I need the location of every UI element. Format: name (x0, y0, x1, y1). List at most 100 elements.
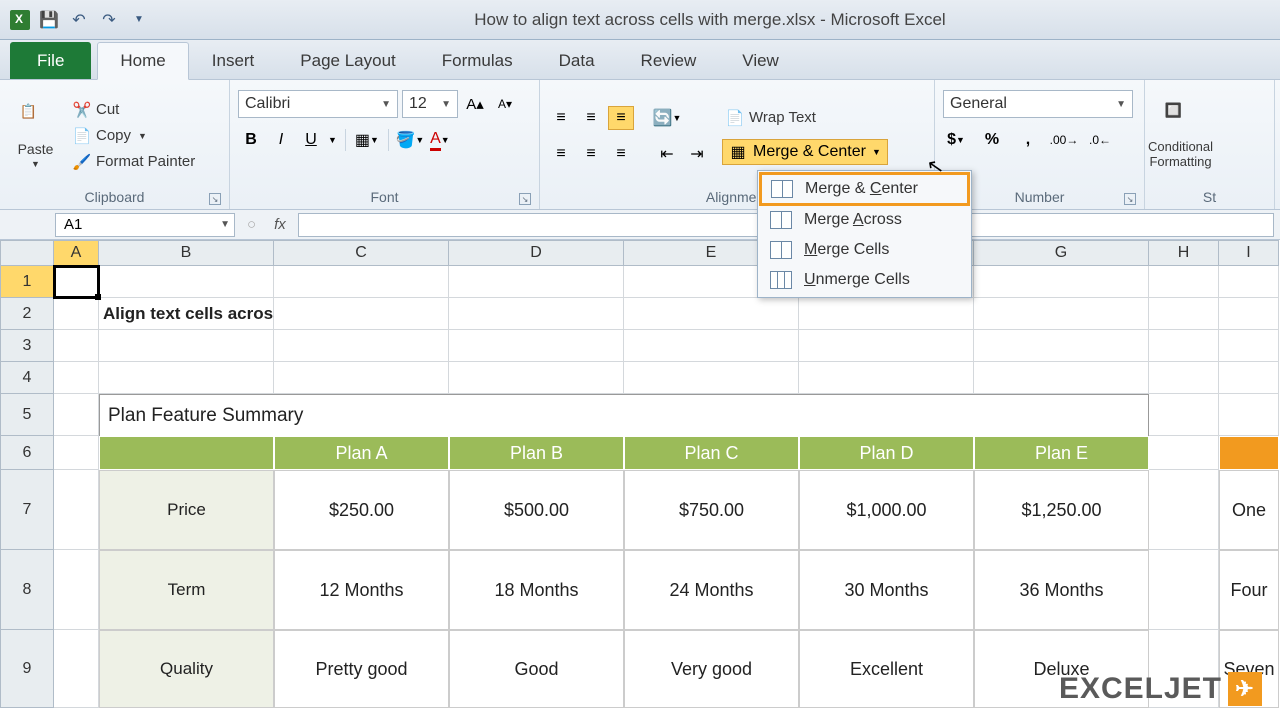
cell[interactable] (449, 362, 624, 394)
cell[interactable] (274, 362, 449, 394)
cell[interactable] (624, 330, 799, 362)
plan-header[interactable]: Plan E (974, 436, 1149, 470)
merge-across-option[interactable]: Merge Across (760, 205, 969, 235)
redo-button[interactable]: ↷ (98, 9, 120, 31)
cell[interactable] (1219, 298, 1279, 330)
plan-header[interactable]: Plan D (799, 436, 974, 470)
cell[interactable] (54, 436, 99, 470)
cell[interactable] (449, 298, 624, 330)
plan-cell[interactable]: $500.00 (449, 470, 624, 550)
cell[interactable] (974, 298, 1149, 330)
increase-indent-button[interactable]: ⇥ (684, 142, 710, 166)
borders-button[interactable]: ▦▼ (354, 128, 380, 152)
plan-cell[interactable]: Four (1219, 550, 1279, 630)
cancel-formula-button[interactable]: ○ (241, 216, 262, 233)
cell[interactable] (799, 330, 974, 362)
plan-cell[interactable]: $750.00 (624, 470, 799, 550)
cell[interactable] (1149, 330, 1219, 362)
cell[interactable] (799, 298, 974, 330)
plan-header[interactable] (99, 436, 274, 470)
conditional-formatting-button[interactable]: 🔲 Conditional Formatting (1153, 102, 1208, 169)
orientation-button[interactable]: 🔄▼ (654, 106, 680, 130)
comma-button[interactable]: , (1015, 128, 1041, 152)
plan-cell[interactable]: One (1219, 470, 1279, 550)
plan-header-orange[interactable] (1219, 436, 1279, 470)
cell[interactable] (274, 266, 449, 298)
row-header-6[interactable]: 6 (0, 436, 54, 470)
number-format-combo[interactable]: General▼ (943, 90, 1133, 118)
copy-button[interactable]: 📄Copy▼ (69, 125, 199, 147)
select-all-corner[interactable] (0, 240, 54, 266)
align-center-button[interactable]: ≡ (578, 142, 604, 166)
save-button[interactable]: 💾 (38, 9, 60, 31)
cell[interactable] (449, 266, 624, 298)
decrease-indent-button[interactable]: ⇤ (654, 142, 680, 166)
cell[interactable] (99, 362, 274, 394)
row-header-1[interactable]: 1 (0, 266, 54, 298)
cell[interactable] (1149, 362, 1219, 394)
cell[interactable] (54, 330, 99, 362)
plan-cell[interactable]: $1,250.00 (974, 470, 1149, 550)
col-header-G[interactable]: G (974, 240, 1149, 266)
increase-decimal-button[interactable]: .00→ (1051, 128, 1077, 152)
cell[interactable] (1149, 298, 1219, 330)
fx-button[interactable]: fx (262, 216, 298, 233)
plan-cell[interactable]: $1,000.00 (799, 470, 974, 550)
cell[interactable] (449, 330, 624, 362)
cell[interactable] (1219, 330, 1279, 362)
cell[interactable] (1149, 550, 1219, 630)
row-header-8[interactable]: 8 (0, 550, 54, 630)
decrease-font-button[interactable]: A▾ (492, 92, 518, 116)
number-launcher[interactable]: ↘ (1124, 193, 1136, 205)
cell[interactable] (54, 394, 99, 436)
col-header-I[interactable]: I (1219, 240, 1279, 266)
wrap-text-button[interactable]: 📄Wrap Text (722, 107, 888, 129)
cell[interactable] (54, 298, 99, 330)
plan-cell[interactable]: Excellent (799, 630, 974, 708)
plan-row-label[interactable]: Quality (99, 630, 274, 708)
plan-header[interactable]: Plan C (624, 436, 799, 470)
align-bottom-button[interactable]: ≡ (608, 106, 634, 130)
decrease-decimal-button[interactable]: .0← (1087, 128, 1113, 152)
col-header-D[interactable]: D (449, 240, 624, 266)
align-left-button[interactable]: ≡ (548, 142, 574, 166)
tab-home[interactable]: Home (97, 42, 188, 80)
merge-center-button[interactable]: ▦ Merge & Center ▼ (722, 139, 888, 165)
col-header-B[interactable]: B (99, 240, 274, 266)
cell[interactable] (1149, 436, 1219, 470)
plan-cell[interactable]: Good (449, 630, 624, 708)
cell[interactable] (624, 298, 799, 330)
tab-page-layout[interactable]: Page Layout (277, 42, 418, 79)
cell[interactable] (54, 362, 99, 394)
row-header-4[interactable]: 4 (0, 362, 54, 394)
plan-title[interactable]: Plan Feature Summary (99, 394, 1149, 436)
cell[interactable] (1219, 266, 1279, 298)
cell-B1[interactable] (99, 266, 274, 298)
cell[interactable] (54, 470, 99, 550)
merge-and-center-option[interactable]: Merge & Center (759, 172, 970, 206)
cell[interactable] (974, 330, 1149, 362)
plan-row-label[interactable]: Price (99, 470, 274, 550)
align-middle-button[interactable]: ≡ (578, 106, 604, 130)
font-launcher[interactable]: ↘ (519, 193, 531, 205)
row-header-7[interactable]: 7 (0, 470, 54, 550)
tab-data[interactable]: Data (536, 42, 618, 79)
merge-cells-option[interactable]: Merge Cells (760, 235, 969, 265)
cell[interactable] (54, 630, 99, 708)
tab-file[interactable]: File (10, 42, 91, 79)
cell[interactable] (799, 362, 974, 394)
plan-cell[interactable]: 36 Months (974, 550, 1149, 630)
cell[interactable] (274, 330, 449, 362)
cell[interactable] (1149, 394, 1219, 436)
cell[interactable] (1219, 394, 1279, 436)
tab-review[interactable]: Review (618, 42, 720, 79)
cell[interactable] (1219, 362, 1279, 394)
col-header-H[interactable]: H (1149, 240, 1219, 266)
cell-B2[interactable]: Align text cells across cells with merge (99, 298, 274, 330)
cell[interactable] (974, 362, 1149, 394)
format-painter-button[interactable]: 🖌️Format Painter (69, 151, 199, 173)
align-right-button[interactable]: ≡ (608, 142, 634, 166)
row-header-3[interactable]: 3 (0, 330, 54, 362)
percent-button[interactable]: % (979, 128, 1005, 152)
plan-header[interactable]: Plan A (274, 436, 449, 470)
